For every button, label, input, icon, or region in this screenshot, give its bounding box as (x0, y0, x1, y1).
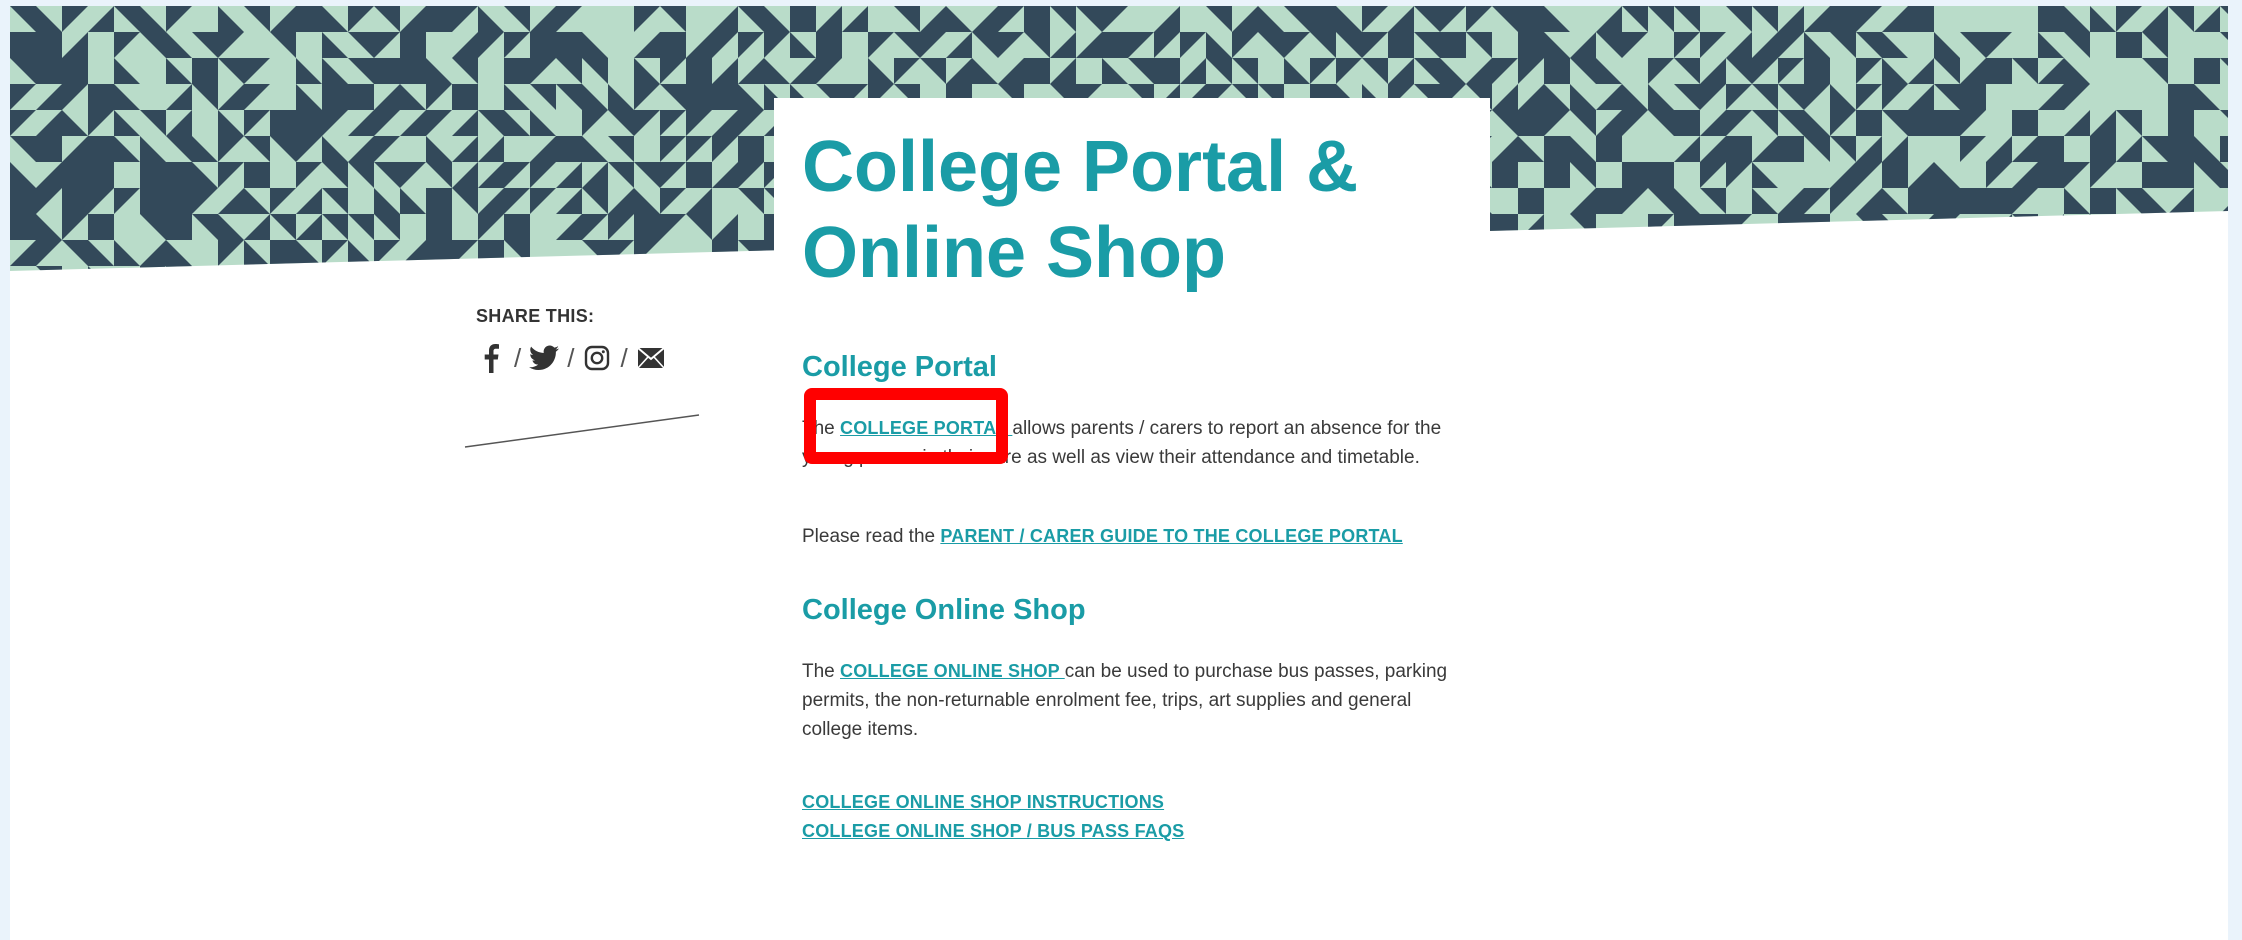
college-online-shop-heading: College Online Shop (802, 594, 1086, 626)
para-text: Please read the (802, 526, 941, 547)
share-separator: / (567, 343, 575, 373)
facebook-icon[interactable] (476, 342, 506, 374)
parent-guide-paragraph: Please read the PARENT / CARER GUIDE TO … (802, 522, 1462, 551)
para-text: The (802, 661, 841, 682)
college-portal-paragraph: The COLLEGE PORTAL allows parents / care… (802, 414, 1462, 472)
college-portal-heading: College Portal (802, 351, 997, 383)
page: College Portal & Online Shop SHARE THIS:… (10, 6, 2228, 940)
shop-instructions-link[interactable]: COLLEGE ONLINE SHOP INSTRUCTIONS (802, 792, 1164, 813)
page-title: College Portal & Online Shop (802, 127, 1359, 293)
instagram-icon[interactable] (582, 342, 612, 374)
college-portal-link[interactable]: COLLEGE PORTAL (840, 418, 1012, 438)
share-divider (464, 414, 700, 448)
college-online-shop-link[interactable]: COLLEGE ONLINE SHOP (840, 661, 1065, 681)
para-text: The (802, 418, 841, 439)
shop-bus-pass-faqs-link[interactable]: COLLEGE ONLINE SHOP / BUS PASS FAQS (802, 821, 1184, 842)
college-online-shop-paragraph: The COLLEGE ONLINE SHOP can be used to p… (802, 657, 1462, 744)
parent-carer-guide-link[interactable]: PARENT / CARER GUIDE TO THE COLLEGE PORT… (940, 526, 1402, 546)
email-icon[interactable] (636, 342, 666, 374)
twitter-icon[interactable] (529, 342, 560, 374)
share-separator: / (620, 343, 628, 373)
share-label: SHARE THIS: (476, 306, 595, 326)
share-icons-row: / / / (476, 340, 666, 376)
share-separator: / (514, 343, 522, 373)
